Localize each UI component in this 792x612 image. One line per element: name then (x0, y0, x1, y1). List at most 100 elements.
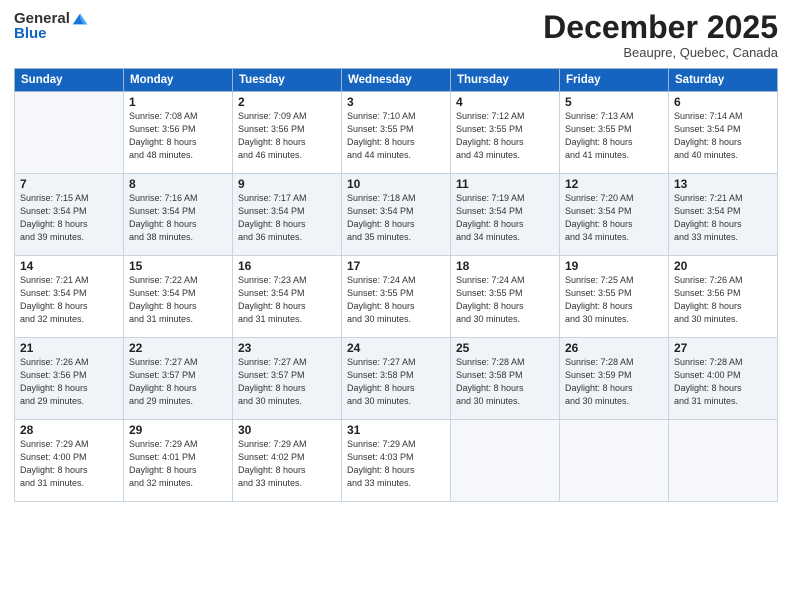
cell-info: Sunrise: 7:27 AMSunset: 3:57 PMDaylight:… (129, 356, 227, 408)
sunset-text: Sunset: 3:56 PM (238, 124, 305, 134)
daylight-text: Daylight: 8 hours (129, 301, 197, 311)
daylight-text: Daylight: 8 hours (238, 301, 306, 311)
cell-info: Sunrise: 7:29 AMSunset: 4:01 PMDaylight:… (129, 438, 227, 490)
sunrise-text: Sunrise: 7:21 AM (674, 193, 743, 203)
sunset-text: Sunset: 3:54 PM (129, 288, 196, 298)
day-number: 20 (674, 259, 772, 273)
daylight-text: Daylight: 8 hours (674, 137, 742, 147)
cell-info: Sunrise: 7:10 AMSunset: 3:55 PMDaylight:… (347, 110, 445, 162)
sunrise-text: Sunrise: 7:09 AM (238, 111, 307, 121)
day-number: 22 (129, 341, 227, 355)
daylight-text: Daylight: 8 hours (674, 383, 742, 393)
logo-blue: Blue (14, 26, 47, 43)
cell-info: Sunrise: 7:18 AMSunset: 3:54 PMDaylight:… (347, 192, 445, 244)
logo-icon (71, 10, 89, 28)
cell-info: Sunrise: 7:13 AMSunset: 3:55 PMDaylight:… (565, 110, 663, 162)
sunrise-text: Sunrise: 7:23 AM (238, 275, 307, 285)
sunrise-text: Sunrise: 7:28 AM (456, 357, 525, 367)
daylight-continued: and 31 minutes. (674, 396, 738, 406)
daylight-continued: and 30 minutes. (674, 314, 738, 324)
daylight-continued: and 30 minutes. (347, 314, 411, 324)
cell-info: Sunrise: 7:21 AMSunset: 3:54 PMDaylight:… (20, 274, 118, 326)
title-block: December 2025 Beaupre, Quebec, Canada (543, 10, 778, 60)
calendar-cell: 25Sunrise: 7:28 AMSunset: 3:58 PMDayligh… (451, 338, 560, 420)
day-number: 2 (238, 95, 336, 109)
calendar-header-row: SundayMondayTuesdayWednesdayThursdayFrid… (15, 69, 778, 92)
daylight-text: Daylight: 8 hours (674, 219, 742, 229)
sunset-text: Sunset: 3:54 PM (565, 206, 632, 216)
cell-info: Sunrise: 7:27 AMSunset: 3:58 PMDaylight:… (347, 356, 445, 408)
sunset-text: Sunset: 3:55 PM (347, 288, 414, 298)
calendar-week-row: 28Sunrise: 7:29 AMSunset: 4:00 PMDayligh… (15, 420, 778, 502)
sunrise-text: Sunrise: 7:10 AM (347, 111, 416, 121)
calendar-cell: 20Sunrise: 7:26 AMSunset: 3:56 PMDayligh… (669, 256, 778, 338)
daylight-text: Daylight: 8 hours (565, 383, 633, 393)
day-number: 15 (129, 259, 227, 273)
cell-info: Sunrise: 7:29 AMSunset: 4:00 PMDaylight:… (20, 438, 118, 490)
daylight-text: Daylight: 8 hours (674, 301, 742, 311)
cell-info: Sunrise: 7:19 AMSunset: 3:54 PMDaylight:… (456, 192, 554, 244)
daylight-text: Daylight: 8 hours (238, 137, 306, 147)
calendar-cell: 29Sunrise: 7:29 AMSunset: 4:01 PMDayligh… (124, 420, 233, 502)
sunset-text: Sunset: 3:55 PM (565, 124, 632, 134)
day-number: 31 (347, 423, 445, 437)
cell-info: Sunrise: 7:12 AMSunset: 3:55 PMDaylight:… (456, 110, 554, 162)
daylight-text: Daylight: 8 hours (456, 301, 524, 311)
month-title: December 2025 (543, 10, 778, 45)
daylight-continued: and 29 minutes. (20, 396, 84, 406)
day-number: 24 (347, 341, 445, 355)
daylight-continued: and 35 minutes. (347, 232, 411, 242)
sunset-text: Sunset: 3:54 PM (456, 206, 523, 216)
calendar-cell: 28Sunrise: 7:29 AMSunset: 4:00 PMDayligh… (15, 420, 124, 502)
daylight-text: Daylight: 8 hours (456, 137, 524, 147)
cell-info: Sunrise: 7:28 AMSunset: 3:58 PMDaylight:… (456, 356, 554, 408)
daylight-text: Daylight: 8 hours (238, 465, 306, 475)
daylight-continued: and 30 minutes. (238, 396, 302, 406)
sunset-text: Sunset: 3:54 PM (674, 124, 741, 134)
daylight-text: Daylight: 8 hours (565, 137, 633, 147)
calendar-week-row: 21Sunrise: 7:26 AMSunset: 3:56 PMDayligh… (15, 338, 778, 420)
header: General Blue December 2025 Beaupre, Queb… (14, 10, 778, 60)
day-number: 5 (565, 95, 663, 109)
day-number: 16 (238, 259, 336, 273)
daylight-continued: and 43 minutes. (456, 150, 520, 160)
day-number: 12 (565, 177, 663, 191)
daylight-continued: and 40 minutes. (674, 150, 738, 160)
cell-info: Sunrise: 7:09 AM Sunset: 3:56 PM Daylight:… (238, 110, 336, 162)
calendar-cell: 7Sunrise: 7:15 AMSunset: 3:54 PMDaylight… (15, 174, 124, 256)
cell-info: Sunrise: 7:21 AMSunset: 3:54 PMDaylight:… (674, 192, 772, 244)
logo: General Blue (14, 10, 89, 43)
day-number: 18 (456, 259, 554, 273)
sunrise-text: Sunrise: 7:29 AM (129, 439, 198, 449)
day-number: 30 (238, 423, 336, 437)
daylight-continued: and 38 minutes. (129, 232, 193, 242)
daylight-text: Daylight: 8 hours (456, 383, 524, 393)
sunset-text: Sunset: 4:00 PM (674, 370, 741, 380)
daylight-text: Daylight: 8 hours (565, 301, 633, 311)
cell-info: Sunrise: 7:15 AMSunset: 3:54 PMDaylight:… (20, 192, 118, 244)
daylight-text: Daylight: 8 hours (238, 383, 306, 393)
sunset-text: Sunset: 4:00 PM (20, 452, 87, 462)
sunset-text: Sunset: 3:54 PM (129, 206, 196, 216)
calendar-cell (669, 420, 778, 502)
sunset-text: Sunset: 4:03 PM (347, 452, 414, 462)
daylight-continued: and 36 minutes. (238, 232, 302, 242)
daylight-text: Daylight: 8 hours (238, 219, 306, 229)
col-header-wednesday: Wednesday (342, 69, 451, 92)
sunset-text: Sunset: 3:55 PM (456, 124, 523, 134)
daylight-continued: and 32 minutes. (129, 478, 193, 488)
sunset-text: Sunset: 3:55 PM (456, 288, 523, 298)
sunrise-text: Sunrise: 7:26 AM (674, 275, 743, 285)
day-number: 9 (238, 177, 336, 191)
day-number: 4 (456, 95, 554, 109)
sunset-text: Sunset: 4:02 PM (238, 452, 305, 462)
cell-info: Sunrise: 7:26 AMSunset: 3:56 PMDaylight:… (20, 356, 118, 408)
calendar-cell (560, 420, 669, 502)
calendar-cell: 19Sunrise: 7:25 AMSunset: 3:55 PMDayligh… (560, 256, 669, 338)
cell-info: Sunrise: 7:16 AMSunset: 3:54 PMDaylight:… (129, 192, 227, 244)
day-number: 1 (129, 95, 227, 109)
daylight-continued: and 31 minutes. (129, 314, 193, 324)
daylight-continued: and 31 minutes. (238, 314, 302, 324)
calendar-cell: 1Sunrise: 7:08 AMSunset: 3:56 PMDaylight… (124, 92, 233, 174)
sunrise-text: Sunrise: 7:27 AM (238, 357, 307, 367)
